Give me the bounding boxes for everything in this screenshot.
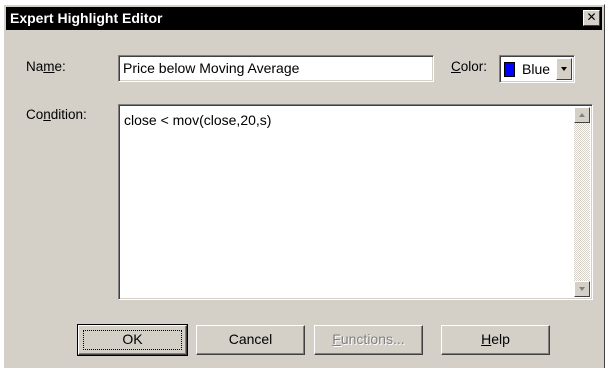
cancel-button[interactable]: Cancel: [196, 325, 305, 355]
close-icon: ✕: [586, 10, 597, 24]
name-input[interactable]: Price below Moving Average: [118, 55, 434, 82]
color-value: Blue: [522, 61, 551, 77]
help-button[interactable]: Help: [441, 325, 550, 355]
condition-label: Condition:: [26, 107, 87, 122]
name-label: Name:: [26, 59, 66, 74]
condition-scrollbar[interactable]: [574, 107, 590, 297]
focus-rect: [83, 330, 182, 350]
chevron-down-icon: [561, 67, 567, 71]
scroll-down-arrow-icon: [579, 287, 585, 291]
condition-text: close < mov(close,20,s): [124, 112, 272, 128]
color-dropdown[interactable]: Blue: [499, 55, 575, 83]
expert-highlight-editor-dialog: Expert Highlight Editor ✕ Name: Price be…: [3, 4, 605, 368]
functions-button: Functions...: [314, 325, 423, 355]
functions-button-label: Functions...: [332, 331, 405, 347]
title-bar: Expert Highlight Editor ✕: [6, 7, 602, 30]
name-input-value: Price below Moving Average: [123, 60, 300, 76]
color-swatch: [504, 62, 515, 77]
scroll-up-button[interactable]: [574, 107, 590, 123]
condition-textarea[interactable]: close < mov(close,20,s): [118, 104, 593, 300]
color-label: Color:: [451, 59, 488, 74]
scroll-up-arrow-icon: [579, 113, 585, 117]
scroll-down-button[interactable]: [574, 281, 590, 297]
color-dropdown-button[interactable]: [556, 58, 572, 80]
ok-button[interactable]: OK: [77, 324, 188, 356]
window-title: Expert Highlight Editor: [10, 10, 163, 26]
help-button-label: Help: [481, 331, 510, 347]
cancel-button-label: Cancel: [228, 331, 273, 347]
close-button[interactable]: ✕: [583, 10, 600, 26]
